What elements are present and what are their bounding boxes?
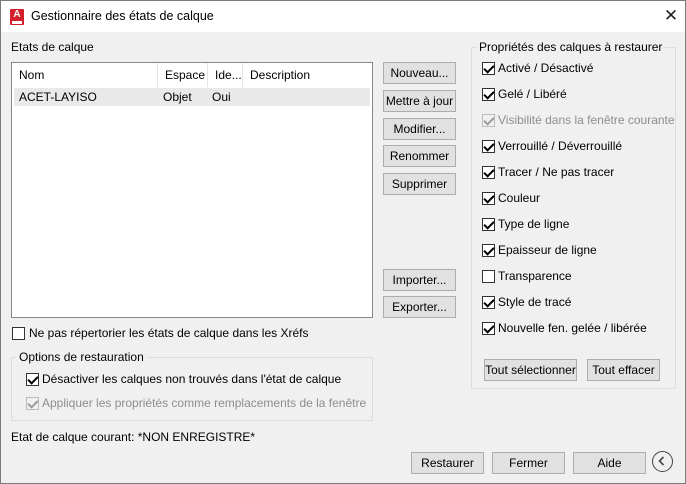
prop-color-label: Couleur bbox=[498, 191, 541, 205]
prop-linetype-checkbox[interactable] bbox=[482, 218, 495, 231]
clear-all-button[interactable]: Tout effacer bbox=[587, 359, 660, 381]
window-title: Gestionnaire des états de calque bbox=[31, 9, 214, 23]
prop-newvp-freeze-label: Nouvelle fen. gelée / libérée bbox=[498, 321, 647, 335]
cell-name: ACET-LAYISO bbox=[19, 90, 97, 104]
edit-button[interactable]: Modifier... bbox=[383, 118, 456, 140]
prop-freeze-label: Gelé / Libéré bbox=[498, 87, 567, 101]
prop-plot-label: Tracer / Ne pas tracer bbox=[498, 165, 615, 179]
app-icon-letter: A bbox=[13, 9, 21, 20]
column-header-name[interactable]: Nom bbox=[12, 63, 158, 87]
prop-on-off-label: Activé / Désactivé bbox=[498, 61, 594, 75]
column-header-ide[interactable]: Ide... bbox=[208, 63, 243, 87]
layer-states-list[interactable]: Nom Espace Ide... Description ACET-LAYIS… bbox=[11, 62, 373, 318]
rename-button[interactable]: Renommer bbox=[383, 145, 456, 167]
prop-lineweight-checkbox[interactable] bbox=[482, 244, 495, 257]
prop-linetype-label: Type de ligne bbox=[498, 217, 570, 231]
current-state-text: Etat de calque courant: *NON ENREGISTRE* bbox=[11, 430, 256, 444]
prop-freeze-checkbox[interactable] bbox=[482, 88, 495, 101]
prop-visibility-checkbox[interactable] bbox=[482, 114, 495, 127]
update-button[interactable]: Mettre à jour bbox=[383, 90, 456, 112]
prop-transparency-checkbox[interactable] bbox=[482, 270, 495, 283]
prop-newvp-freeze-checkbox[interactable] bbox=[482, 322, 495, 335]
prop-on-off-checkbox[interactable] bbox=[482, 62, 495, 75]
xref-checkbox-label: Ne pas répertorier les états de calque d… bbox=[29, 326, 309, 340]
collapse-arrow-icon[interactable] bbox=[652, 451, 673, 472]
prop-visibility-label: Visibilité dans la fenêtre courante bbox=[498, 113, 675, 127]
apply-overrides-checkbox[interactable] bbox=[26, 397, 39, 410]
delete-button[interactable]: Supprimer bbox=[383, 173, 456, 195]
close-icon[interactable]: ✕ bbox=[659, 5, 683, 27]
column-header-description[interactable]: Description bbox=[243, 63, 372, 87]
select-all-button[interactable]: Tout sélectionner bbox=[484, 359, 577, 381]
export-button[interactable]: Exporter... bbox=[383, 296, 456, 318]
import-button[interactable]: Importer... bbox=[383, 269, 456, 291]
help-button[interactable]: Aide bbox=[573, 452, 646, 474]
disable-not-found-label: Désactiver les calques non trouvés dans … bbox=[42, 372, 342, 386]
column-header-space[interactable]: Espace bbox=[158, 63, 208, 87]
table-row[interactable]: ACET-LAYISO Objet Oui bbox=[14, 88, 370, 106]
prop-lock-label: Verrouillé / Déverrouillé bbox=[498, 139, 623, 153]
properties-title: Propriétés des calques à restaurer bbox=[476, 40, 666, 54]
prop-color-checkbox[interactable] bbox=[482, 192, 495, 205]
prop-lineweight-label: Epaisseur de ligne bbox=[498, 243, 597, 257]
close-button[interactable]: Fermer bbox=[492, 452, 565, 474]
disable-not-found-checkbox[interactable] bbox=[26, 373, 39, 386]
restore-options-group bbox=[11, 357, 373, 421]
prop-lock-checkbox[interactable] bbox=[482, 140, 495, 153]
prop-plot-checkbox[interactable] bbox=[482, 166, 495, 179]
apply-overrides-label: Appliquer les propriétés comme remplacem… bbox=[42, 396, 367, 410]
autocad-app-icon: A bbox=[10, 9, 24, 25]
prop-transparency-label: Transparence bbox=[498, 269, 572, 283]
restore-options-title: Options de restauration bbox=[16, 350, 147, 364]
cell-ide: Oui bbox=[212, 90, 231, 104]
layer-states-label: Etats de calque bbox=[11, 40, 94, 54]
restore-button[interactable]: Restaurer bbox=[411, 452, 484, 474]
xref-checkbox[interactable] bbox=[12, 327, 25, 340]
layer-states-dialog: A Gestionnaire des états de calque ✕ Eta… bbox=[0, 0, 686, 484]
new-button[interactable]: Nouveau... bbox=[383, 62, 456, 84]
title-bar: A Gestionnaire des états de calque ✕ bbox=[1, 1, 685, 32]
prop-plotstyle-label: Style de tracé bbox=[498, 295, 572, 309]
cell-space: Objet bbox=[163, 90, 192, 104]
prop-plotstyle-checkbox[interactable] bbox=[482, 296, 495, 309]
